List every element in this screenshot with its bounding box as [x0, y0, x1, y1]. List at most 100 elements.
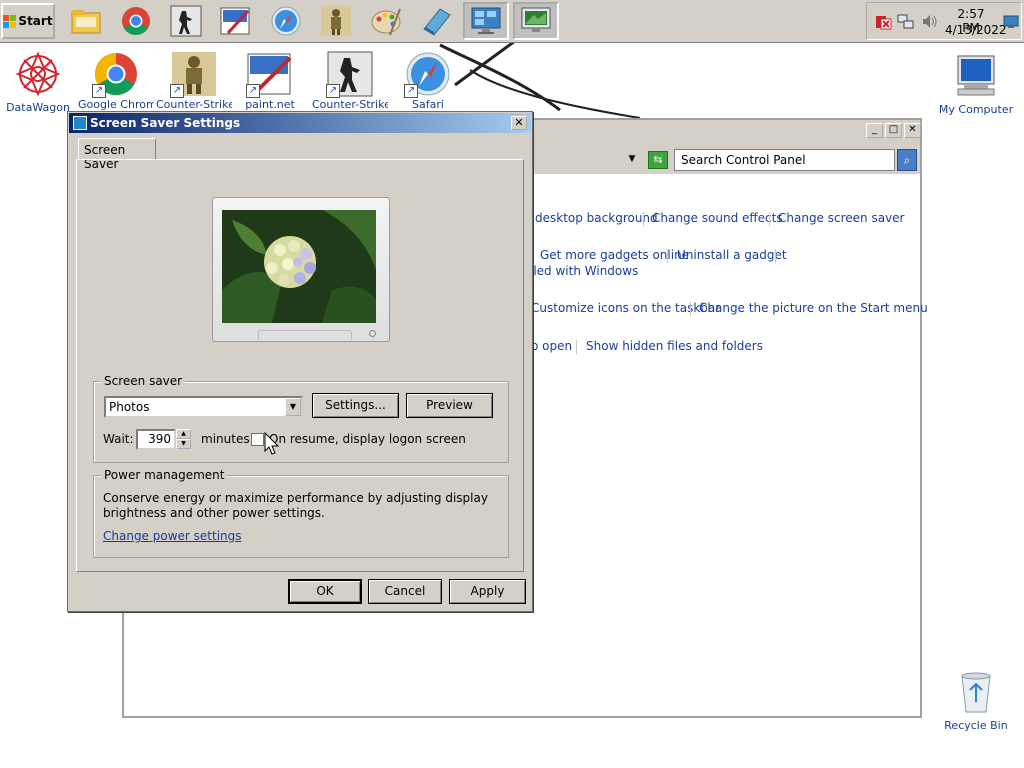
taskbar-file-explorer[interactable] — [63, 2, 109, 40]
power-description-line1: Conserve energy or maximize performance … — [103, 491, 488, 505]
shortcut-arrow-icon: ↗ — [170, 84, 184, 98]
minimize-button[interactable]: _ — [866, 123, 883, 138]
my-computer-icon — [957, 55, 995, 96]
apply-button[interactable]: Apply — [449, 579, 526, 604]
taskbar-palette[interactable] — [363, 2, 409, 40]
spin-up-button[interactable]: ▲ — [176, 429, 191, 439]
close-button[interactable]: ✕ — [904, 123, 921, 138]
desktop-icon-label: DataWagon — [6, 101, 70, 114]
desktop-icon-paint-net[interactable]: ↗ paint.net — [232, 50, 308, 116]
link-to-open[interactable]: o open — [531, 339, 572, 353]
clock-date[interactable]: 4/13/2022 — [945, 23, 1007, 37]
datawagon-icon — [15, 51, 61, 97]
display-settings-icon — [521, 7, 551, 32]
display-settings-icon — [73, 116, 87, 130]
desktop-icon-label: Safari — [412, 98, 444, 111]
link-installed-with-windows[interactable]: lled with Windows — [530, 264, 638, 278]
link-separator — [690, 302, 691, 316]
shortcut-arrow-icon: ↗ — [92, 84, 106, 98]
taskbar-counter-strike[interactable] — [163, 2, 209, 40]
desktop-icon-safari[interactable]: ↗ Safari — [390, 50, 466, 116]
link-customize-taskbar-icons[interactable]: Customize icons on the taskbar — [531, 301, 720, 315]
tab-screen-saver[interactable]: Screen Saver — [78, 138, 156, 171]
link-separator — [576, 340, 577, 354]
taskbar-soldier[interactable] — [313, 2, 359, 40]
link-show-hidden-files[interactable]: Show hidden files and folders — [586, 339, 763, 353]
taskbar-paint[interactable] — [213, 2, 259, 40]
counter-strike-icon — [170, 5, 202, 37]
close-button[interactable]: ✕ — [511, 116, 527, 130]
change-power-settings-link[interactable]: Change power settings — [103, 529, 242, 543]
security-alert-icon[interactable] — [875, 13, 892, 30]
preview-button[interactable]: Preview — [406, 393, 493, 418]
link-separator — [775, 249, 776, 263]
file-explorer-icon — [71, 10, 101, 34]
screen-saver-dialog: Screen Saver Settings ✕ Screen Saver Scr… — [67, 111, 533, 612]
monitor-power-led — [369, 330, 376, 337]
chrome-icon — [122, 7, 150, 35]
taskbar-notebook[interactable] — [413, 2, 459, 40]
paint-icon — [220, 7, 250, 35]
refresh-icon[interactable]: ⇆ — [648, 151, 668, 169]
desktop-icon-label: My Computer — [938, 103, 1014, 116]
settings-button[interactable]: Settings... — [312, 393, 399, 418]
minutes-label: minutes — [201, 432, 250, 446]
search-icon[interactable]: ⌕ — [897, 149, 917, 171]
link-separator — [667, 249, 668, 263]
link-uninstall-gadget[interactable]: Uninstall a gadget — [677, 248, 787, 262]
safari-icon — [271, 6, 301, 36]
wait-label: Wait: — [103, 432, 134, 446]
link-change-sound-effects[interactable]: Change sound effects — [652, 211, 783, 225]
shortcut-arrow-icon: ↗ — [326, 84, 340, 98]
link-desktop-background[interactable]: desktop background — [535, 211, 658, 225]
desktop-icon-label: Recycle Bin — [944, 719, 1008, 732]
desktop-icon-counter-strike-2[interactable]: ↗ Counter-Strike — [312, 50, 388, 116]
desktop-icon-datawagon[interactable]: DataWagon — [0, 50, 76, 116]
shortcut-arrow-icon: ↗ — [246, 84, 260, 98]
mouse-cursor-icon — [264, 432, 280, 455]
selected-screen-saver: Photos — [109, 400, 150, 414]
spin-down-button[interactable]: ▼ — [176, 439, 191, 449]
palette-icon — [371, 8, 401, 36]
link-change-start-menu-picture[interactable]: Change the picture on the Start menu — [699, 301, 928, 315]
taskbar: Start 2:57 PM 4/13/2022 — [0, 0, 1024, 43]
notebook-icon — [423, 8, 451, 36]
show-desktop-icon[interactable] — [1003, 15, 1019, 29]
link-separator — [769, 212, 770, 226]
taskbar-control-panel[interactable] — [463, 2, 509, 40]
system-tray: 2:57 PM 4/13/2022 — [866, 2, 1022, 40]
link-change-screen-saver[interactable]: Change screen saver — [778, 211, 905, 225]
search-input[interactable]: Search Control Panel — [674, 149, 895, 171]
hydrangea-photo — [222, 210, 376, 323]
shortcut-arrow-icon: ↗ — [404, 84, 418, 98]
network-icon[interactable] — [897, 13, 914, 30]
logon-screen-checkbox[interactable] — [251, 433, 264, 446]
windows-flag-icon — [3, 14, 17, 28]
address-dropdown-icon[interactable]: ▼ — [624, 151, 640, 167]
taskbar-display-settings[interactable] — [513, 2, 559, 40]
taskbar-chrome[interactable] — [113, 2, 159, 40]
desktop-icon-my-computer[interactable]: My Computer — [938, 52, 1014, 118]
volume-icon[interactable] — [921, 13, 938, 30]
power-description-line2: brightness and other power settings. — [103, 506, 325, 520]
soldier-icon — [321, 6, 351, 36]
wait-minutes-input[interactable]: 390 — [136, 429, 176, 450]
chevron-down-icon[interactable]: ▼ — [285, 398, 301, 416]
monitor-stand — [258, 330, 352, 340]
monitor-preview — [212, 197, 390, 342]
desktop-icon-chrome[interactable]: ↗ Google Chrome — [78, 50, 154, 116]
dialog-titlebar[interactable]: Screen Saver Settings ✕ — [69, 113, 531, 133]
maximize-button[interactable]: □ — [885, 123, 902, 138]
control-panel-icon — [471, 7, 501, 34]
link-separator — [643, 212, 644, 226]
desktop-icon-label: Counter-Strike — [312, 98, 388, 111]
taskbar-safari[interactable] — [263, 2, 309, 40]
cancel-button[interactable]: Cancel — [368, 579, 442, 604]
start-button[interactable]: Start — [1, 3, 55, 39]
desktop-icon-counter-strike-1[interactable]: ↗ Counter-Strike — [156, 50, 232, 116]
ok-button[interactable]: OK — [288, 579, 362, 604]
desktop-icon-recycle-bin[interactable]: Recycle Bin — [938, 668, 1014, 734]
group-label: Power management — [101, 468, 228, 482]
resume-label[interactable]: On resume, display logon screen — [269, 432, 466, 446]
screen-saver-select[interactable]: Photos ▼ — [104, 396, 303, 418]
